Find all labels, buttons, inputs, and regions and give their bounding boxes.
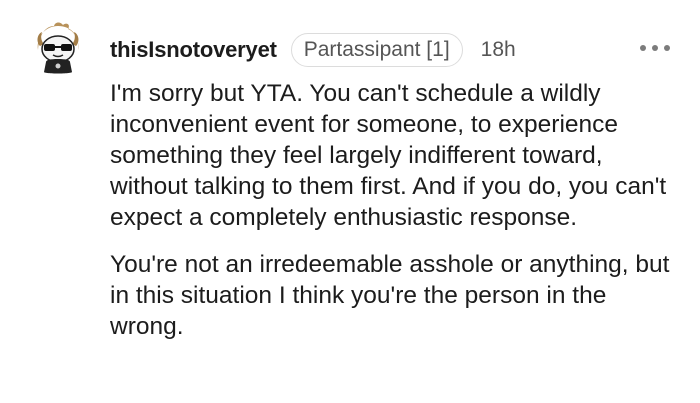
user-avatar[interactable] <box>30 20 86 76</box>
comment-paragraph: I'm sorry but YTA. You can't schedule a … <box>110 80 667 231</box>
comment-timestamp[interactable]: 18h <box>481 38 516 62</box>
more-dot-icon <box>664 45 670 51</box>
comment-header: thisIsnotoveryet Partassipant [1] 18h <box>110 32 516 68</box>
more-dot-icon <box>640 45 646 51</box>
comment-body: I'm sorry but YTA. You can't schedule a … <box>110 78 685 342</box>
snoo-avatar-icon <box>37 22 79 74</box>
comment-paragraph: You're not an irredeemable asshole or an… <box>110 251 670 340</box>
comment: thisIsnotoveryet Partassipant [1] 18h I'… <box>0 0 700 403</box>
more-dot-icon <box>652 45 658 51</box>
username-link[interactable]: thisIsnotoveryet <box>110 37 277 63</box>
user-flair-badge: Partassipant [1] <box>290 33 463 67</box>
more-options-icon[interactable] <box>640 41 670 55</box>
